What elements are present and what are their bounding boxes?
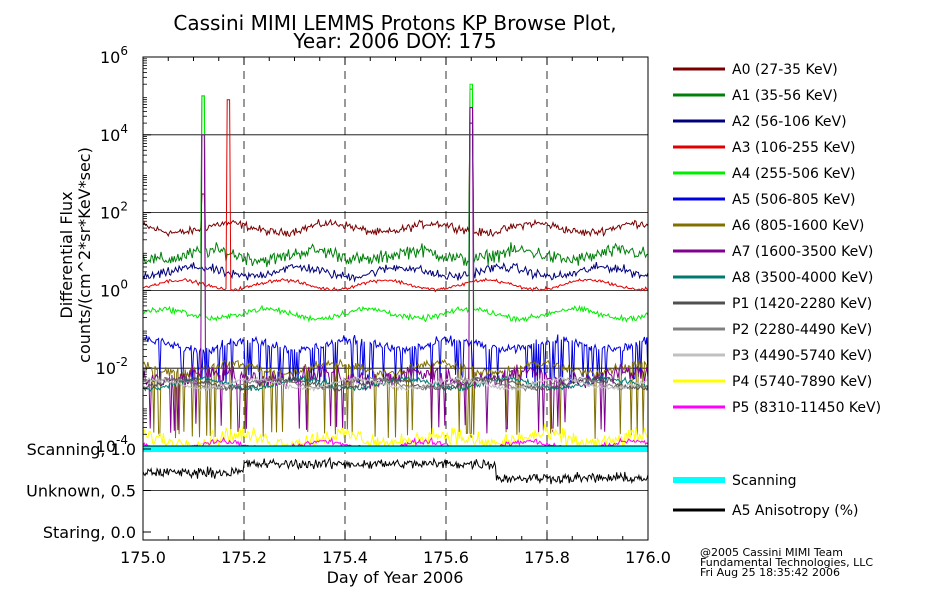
x-tick-label: 175.8 — [524, 548, 570, 567]
anisotropy-gridlines — [142, 446, 649, 540]
x-tick-label: 175.6 — [423, 548, 469, 567]
footer-timestamp: Fri Aug 25 18:35:42 2006 — [700, 566, 840, 579]
legend-label: P5 (8310-11450 KeV) — [732, 400, 881, 416]
anisotropy-series-group — [142, 446, 649, 485]
legend-label: A8 (3500-4000 KeV) — [732, 270, 873, 286]
legend-label: A3 (106-255 KeV) — [732, 140, 855, 156]
series-line-4 — [142, 83, 649, 324]
legend-label: A7 (1600-3500 KeV) — [732, 244, 873, 260]
flux-y-tick-label: 104 — [100, 122, 128, 145]
anisotropy-y-ticks: Scanning, 1.0 Unknown, 0.5 Staring, 0.0 — [26, 440, 151, 542]
anisotropy-panel: Scanning, 1.0 Unknown, 0.5 Staring, 0.0 — [26, 440, 649, 542]
legend-label: A0 (27-35 KeV) — [732, 62, 838, 78]
flux-y-tick-label: 106 — [100, 44, 128, 67]
anisotropy-panel-frame — [142, 445, 649, 541]
flux-y-tick-label: 10-2 — [96, 355, 128, 378]
x-axis-label: Day of Year 2006 — [327, 568, 464, 587]
browse-plot-figure: Cassini MIMI LEMMS Protons KP Browse Plo… — [26, 11, 881, 587]
legend-label: Scanning — [732, 473, 797, 489]
flux-y-tick-label: 102 — [100, 200, 128, 223]
flux-y-tick-label: 100 — [100, 277, 128, 300]
y-axis-label-line2: counts/(cm^2*sr*KeV*sec) — [75, 147, 94, 363]
x-tick-label: 175.0 — [120, 548, 166, 567]
anisotropy-y-tick-label: Staring, 0.0 — [43, 523, 136, 542]
legend-label: P3 (4490-5740 KeV) — [732, 348, 872, 364]
x-axis-ticks: 175.0 175.2 175.4 175.6 175.8 176.0 — [120, 548, 671, 567]
series-line-0 — [142, 107, 649, 238]
plot-subtitle: Year: 2006 DOY: 175 — [292, 29, 496, 53]
legend-label: A6 (805-1600 KeV) — [732, 218, 864, 234]
legend-label: A2 (56-106 KeV) — [732, 114, 847, 130]
flux-legend: A0 (27-35 KeV) A1 (35-56 KeV) A2 (56-106 K… — [673, 62, 881, 416]
anisotropy-y-tick-label: Unknown, 0.5 — [26, 482, 136, 501]
anisotropy-y-tick-label: Scanning, 1.0 — [27, 440, 136, 459]
legend-label: P2 (2280-4490 KeV) — [732, 322, 872, 338]
flux-panel: 10610410210010-210-4 — [96, 44, 649, 456]
anisotropy-line — [142, 456, 649, 485]
legend-label: A1 (35-56 KeV) — [732, 88, 838, 104]
legend-label: P1 (1420-2280 KeV) — [732, 296, 872, 312]
flux-series-group — [142, 83, 649, 448]
legend-label: A4 (255-506 KeV) — [732, 166, 855, 182]
legend-label: A5 Anisotropy (%) — [732, 503, 859, 519]
x-tick-label: 175.4 — [322, 548, 368, 567]
series-line-1 — [142, 88, 649, 268]
x-tick-label: 175.2 — [221, 548, 267, 567]
legend-label: P4 (5740-7890 KeV) — [732, 374, 872, 390]
legend-label: A5 (506-805 KeV) — [732, 192, 855, 208]
x-tick-label: 176.0 — [625, 548, 671, 567]
series-line-2 — [142, 122, 649, 283]
y-axis-label-line1: Differential Flux — [57, 191, 76, 318]
anisotropy-legend: Scanning A5 Anisotropy (%) — [673, 473, 859, 519]
